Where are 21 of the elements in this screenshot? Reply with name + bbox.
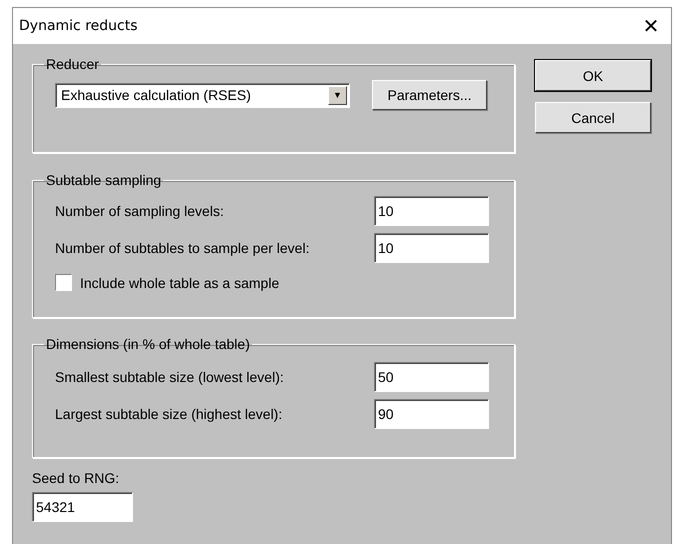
field-label: Smallest subtable size (lowest level): bbox=[55, 368, 284, 384]
group-title: Dimensions (in % of whole table) bbox=[45, 336, 251, 352]
cancel-button[interactable]: Cancel bbox=[535, 102, 651, 133]
field-label: Largest subtable size (highest level): bbox=[55, 406, 282, 422]
window-title: Dynamic reducts bbox=[19, 18, 138, 34]
input-field[interactable]: 50 bbox=[374, 362, 489, 392]
seed-field[interactable]: 54321 bbox=[32, 492, 133, 522]
reducer-dropdown[interactable]: Exhaustive calculation (RSES) ▼ bbox=[55, 82, 350, 108]
field-label: Number of sampling levels: bbox=[55, 202, 224, 218]
checkbox-label[interactable]: Include whole table as a sample bbox=[80, 274, 280, 290]
close-button[interactable]: ✕ bbox=[631, 8, 671, 44]
parameters-button[interactable]: Parameters... bbox=[372, 80, 487, 110]
field-label: Number of subtables to sample per level: bbox=[55, 240, 310, 256]
input-field[interactable]: 10 bbox=[374, 196, 489, 226]
group-title: Subtable sampling bbox=[45, 172, 162, 188]
checkbox[interactable] bbox=[55, 274, 72, 291]
input-field[interactable]: 90 bbox=[374, 398, 489, 428]
group-title: Reducer bbox=[45, 56, 100, 72]
ok-button[interactable]: OK bbox=[535, 60, 651, 91]
seed-label: Seed to RNG: bbox=[32, 470, 120, 486]
input-field[interactable]: 10 bbox=[374, 232, 489, 262]
